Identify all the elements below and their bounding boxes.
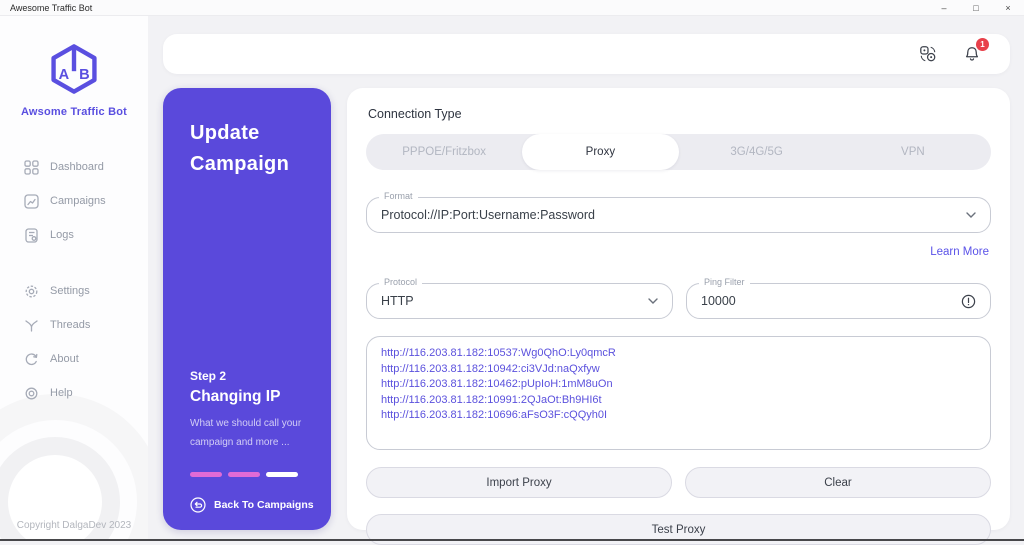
about-icon bbox=[24, 352, 39, 367]
help-icon bbox=[24, 386, 39, 401]
back-to-campaigns-label: Back To Campaigns bbox=[214, 499, 314, 511]
top-header-bar: 1 bbox=[163, 34, 1010, 74]
wizard-title: Update Campaign bbox=[190, 122, 290, 175]
sidebar-item-label: Campaigns bbox=[50, 195, 106, 207]
atb-logo-icon: A B bbox=[51, 44, 97, 94]
ip-exchange-icon[interactable] bbox=[918, 44, 938, 64]
close-button[interactable]: × bbox=[992, 0, 1024, 15]
back-icon bbox=[190, 497, 206, 513]
info-icon[interactable] bbox=[961, 294, 976, 309]
notification-bell-icon[interactable]: 1 bbox=[962, 38, 989, 64]
learn-more-link[interactable]: Learn More bbox=[930, 246, 989, 258]
settings-icon bbox=[24, 284, 39, 299]
clear-button[interactable]: Clear bbox=[685, 467, 991, 498]
maximize-button[interactable]: □ bbox=[960, 0, 992, 15]
window-controls: – □ × bbox=[928, 0, 1024, 15]
progress-bar bbox=[228, 472, 260, 477]
tab-vpn[interactable]: VPN bbox=[835, 134, 991, 170]
sidebar-item-label: Dashboard bbox=[50, 161, 104, 173]
sidebar-item-label: Threads bbox=[50, 319, 91, 331]
threads-icon bbox=[24, 318, 39, 333]
sidebar-item-label: Help bbox=[50, 387, 73, 399]
sidebar-item-dashboard[interactable]: Dashboard bbox=[0, 150, 148, 184]
step-title: Changing IP bbox=[190, 388, 281, 405]
titlebar: Awesome Traffic Bot – □ × bbox=[0, 0, 1024, 16]
window-title: Awesome Traffic Bot bbox=[10, 2, 93, 13]
protocol-label: Protocol bbox=[379, 277, 423, 287]
tab-3g4g5g[interactable]: 3G/4G/5G bbox=[679, 134, 835, 170]
format-select[interactable]: Format Protocol://IP:Port:Username:Passw… bbox=[366, 191, 991, 233]
import-proxy-button[interactable]: Import Proxy bbox=[366, 467, 672, 498]
copyright-text: Copyright DalgaDev 2023 bbox=[16, 520, 132, 531]
connection-type-tabs: PPPOE/Fritzbox Proxy 3G/4G/5G VPN bbox=[366, 134, 991, 170]
proxy-entry: http://116.203.81.182:10537:Wg0QhO:Ly0qm… bbox=[381, 347, 616, 359]
proxy-entry: http://116.203.81.182:10942:ci3VJd:naQxf… bbox=[381, 362, 600, 375]
ping-filter-input[interactable] bbox=[701, 294, 961, 308]
section-title: Connection Type bbox=[368, 107, 462, 121]
wizard-panel: Update Campaign Step 2 Changing IP What … bbox=[163, 88, 331, 530]
sidebar-item-settings[interactable]: Settings bbox=[0, 274, 148, 308]
app-window: Awesome Traffic Bot – □ × A B Awsome Tra… bbox=[0, 0, 1024, 545]
proxy-entry: http://116.203.81.182:10462:pUpIoH:1mM8u… bbox=[381, 378, 613, 390]
sidebar-item-label: Logs bbox=[50, 229, 74, 241]
dashboard-icon bbox=[24, 159, 39, 175]
proxy-entry: http://116.203.81.182:10991:2QJaOt:Bh9HI… bbox=[381, 393, 602, 406]
progress-indicator bbox=[190, 472, 315, 477]
sidebar-nav: Dashboard Campaigns Logs Settings Thread… bbox=[0, 150, 148, 410]
brand-name: Awsome Traffic Bot bbox=[20, 106, 128, 118]
progress-bar bbox=[190, 472, 222, 477]
ping-filter-label: Ping Filter bbox=[699, 277, 750, 287]
sidebar-item-logs[interactable]: Logs bbox=[0, 218, 148, 252]
svg-text:B: B bbox=[79, 67, 90, 83]
tab-pppoe-fritzbox[interactable]: PPPOE/Fritzbox bbox=[366, 134, 522, 170]
format-value: Protocol://IP:Port:Username:Password bbox=[381, 208, 595, 222]
proxy-entry: http://116.203.81.182:10696:aFsO3F:cQQyh… bbox=[381, 409, 608, 421]
back-to-campaigns-button[interactable]: Back To Campaigns bbox=[190, 497, 315, 513]
progress-bar bbox=[266, 472, 298, 477]
campaigns-icon bbox=[24, 193, 39, 209]
svg-text:A: A bbox=[59, 67, 70, 83]
ping-filter-field: Ping Filter bbox=[686, 277, 991, 319]
logs-icon bbox=[24, 227, 39, 243]
main-panel: Connection Type PPPOE/Fritzbox Proxy 3G/… bbox=[347, 88, 1010, 545]
tab-proxy[interactable]: Proxy bbox=[522, 134, 679, 170]
format-label: Format bbox=[379, 191, 418, 201]
sidebar: A B Awsome Traffic Bot Dashboard Campaig… bbox=[0, 16, 148, 539]
step-description: What we should call your campaign and mo… bbox=[190, 418, 302, 448]
sidebar-item-help[interactable]: Help bbox=[0, 376, 148, 410]
protocol-select[interactable]: Protocol HTTP bbox=[366, 277, 673, 319]
minimize-button[interactable]: – bbox=[928, 0, 960, 15]
step-label: Step 2 bbox=[190, 369, 227, 383]
proxy-list-textarea[interactable]: http://116.203.81.182:10537:Wg0QhO:Ly0qm… bbox=[366, 336, 991, 450]
sidebar-item-label: About bbox=[50, 353, 79, 365]
app-logo: A B bbox=[46, 42, 102, 96]
chevron-down-icon bbox=[966, 212, 976, 218]
chevron-down-icon bbox=[648, 298, 658, 304]
notification-badge: 1 bbox=[976, 38, 989, 51]
sidebar-item-label: Settings bbox=[50, 285, 90, 297]
protocol-value: HTTP bbox=[381, 294, 414, 308]
sidebar-item-threads[interactable]: Threads bbox=[0, 308, 148, 342]
sidebar-item-about[interactable]: About bbox=[0, 342, 148, 376]
sidebar-item-campaigns[interactable]: Campaigns bbox=[0, 184, 148, 218]
